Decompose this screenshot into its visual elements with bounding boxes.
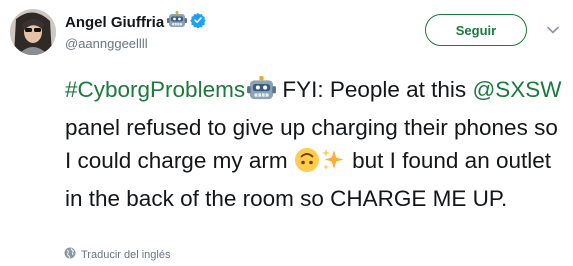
upside-down-face-icon (294, 147, 320, 182)
author-name-line[interactable]: Angel Giuffria (65, 11, 206, 34)
tweet-card: Angel Giuffria @aannggeellll Seguir #Cyb… (0, 0, 573, 266)
translate-label[interactable]: Traducir del inglés (81, 249, 170, 261)
robot-face-icon (245, 76, 277, 111)
chevron-down-icon[interactable] (545, 22, 561, 38)
mention-link[interactable]: @SXSW (472, 77, 561, 102)
tweet-text-segment: FYI: People at this (276, 77, 473, 102)
tweet-text: #CyborgProblems FYI: People at this @SXS… (65, 73, 565, 215)
sparkles-icon (320, 147, 346, 182)
avatar[interactable] (10, 9, 56, 55)
follow-button[interactable]: Seguir (425, 14, 527, 46)
hashtag-link[interactable]: #CyborgProblems (65, 77, 245, 102)
display-name[interactable]: Angel Giuffria (65, 14, 164, 31)
translate-link[interactable]: Traducir del inglés (64, 247, 170, 262)
robot-face-icon (167, 11, 188, 34)
globe-icon (64, 247, 76, 262)
verified-badge-icon (190, 12, 206, 33)
user-handle[interactable]: @aannggeellll (65, 36, 148, 51)
